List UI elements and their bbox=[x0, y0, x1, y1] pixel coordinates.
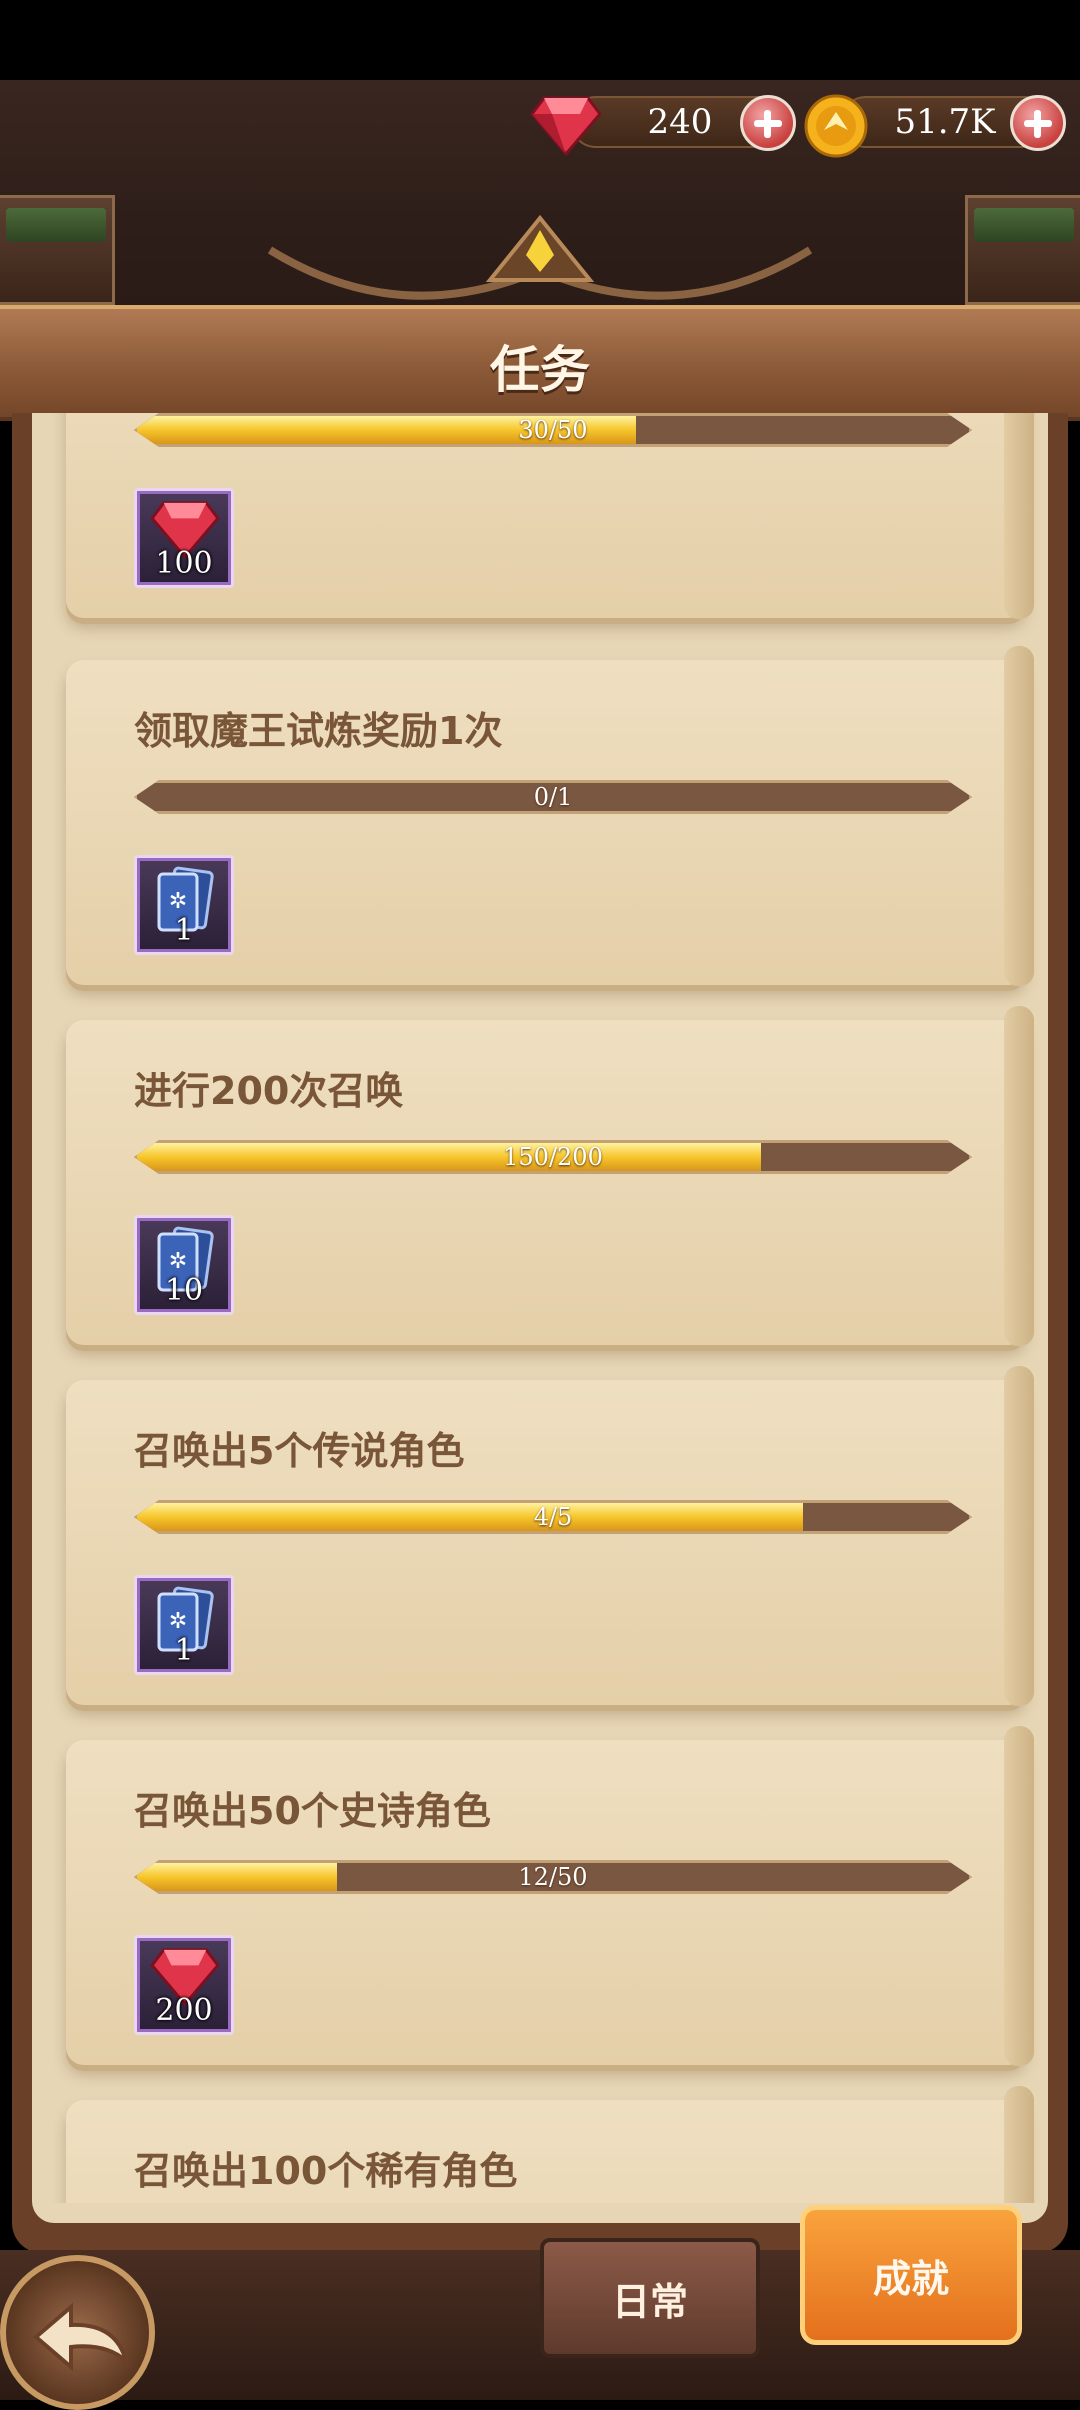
svg-text:✲: ✲ bbox=[169, 1249, 187, 1274]
quest-list[interactable]: 30/50 100 领取魔王试炼奖励1次 0/1 ✲ 1 进行200次召唤 15… bbox=[32, 413, 1048, 2203]
reward-count: 100 bbox=[155, 546, 213, 581]
quest-progress-text: 4/5 bbox=[533, 1503, 573, 1531]
quest-progress-text: 30/50 bbox=[518, 416, 588, 444]
back-button[interactable] bbox=[0, 2255, 155, 2410]
tab-daily[interactable]: 日常 bbox=[540, 2238, 760, 2358]
quest-card: 召唤出50个史诗角色 12/50 200 bbox=[66, 1726, 1034, 2066]
add-gems-button[interactable] bbox=[740, 95, 796, 151]
gold-coin-icon bbox=[804, 94, 868, 158]
right-pillar-ornament bbox=[965, 195, 1080, 305]
quest-progress-bar: 4/5 bbox=[134, 1500, 972, 1534]
status-bar bbox=[0, 0, 1080, 80]
quest-panel-inner: 30/50 100 领取魔王试炼奖励1次 0/1 ✲ 1 进行200次召唤 15… bbox=[32, 413, 1048, 2223]
quest-card-partial: 30/50 100 bbox=[66, 413, 1034, 619]
quest-title: 召唤出100个稀有角色 bbox=[134, 2149, 518, 2193]
quest-panel: 30/50 100 领取魔王试炼奖励1次 0/1 ✲ 1 进行200次召唤 15… bbox=[12, 413, 1068, 2253]
quest-reward[interactable]: 200 bbox=[134, 1935, 234, 2035]
quest-progress-bar: 30/50 bbox=[134, 413, 972, 447]
quest-progress-text: 150/200 bbox=[503, 1143, 603, 1171]
quest-reward[interactable]: ✲ 10 bbox=[134, 1215, 234, 1315]
gold-amount: 51.7K bbox=[894, 102, 996, 142]
quest-title: 召唤出5个传说角色 bbox=[134, 1429, 465, 1473]
quest-reward[interactable]: 100 bbox=[134, 488, 234, 588]
quest-progress-bar: 0/1 bbox=[134, 780, 972, 814]
quest-progress-bar: 12/50 bbox=[134, 1860, 972, 1894]
svg-text:✲: ✲ bbox=[169, 889, 187, 914]
quest-reward[interactable]: ✲ 1 bbox=[134, 1575, 234, 1675]
quest-card: 进行200次召唤 150/200 ✲ 10 bbox=[66, 1006, 1034, 1346]
reward-count: 1 bbox=[174, 913, 194, 948]
gem-amount: 240 bbox=[647, 102, 713, 142]
quest-title: 召唤出50个史诗角色 bbox=[134, 1789, 491, 1833]
quest-progress-text: 0/1 bbox=[533, 783, 573, 811]
svg-text:✲: ✲ bbox=[169, 1609, 187, 1634]
ruby-gem-icon bbox=[530, 96, 602, 156]
reward-count: 200 bbox=[155, 1993, 213, 2028]
quest-card: 领取魔王试炼奖励1次 0/1 ✲ 1 bbox=[66, 646, 1034, 986]
quest-title: 领取魔王试炼奖励1次 bbox=[134, 709, 503, 753]
quest-card: 召唤出100个稀有角色 bbox=[66, 2086, 1034, 2203]
left-pillar-ornament bbox=[0, 195, 115, 305]
quest-reward[interactable]: ✲ 1 bbox=[134, 855, 234, 955]
quest-progress-bar: 150/200 bbox=[134, 1140, 972, 1174]
add-gold-button[interactable] bbox=[1010, 95, 1066, 151]
reward-count: 10 bbox=[164, 1273, 204, 1308]
page-title: 任务 bbox=[490, 341, 590, 399]
tab-achievement[interactable]: 成就 bbox=[800, 2205, 1022, 2345]
back-arrow-icon bbox=[32, 2302, 130, 2372]
quest-title: 进行200次召唤 bbox=[134, 1069, 404, 1113]
quest-progress-text: 12/50 bbox=[518, 1863, 588, 1891]
reward-count: 1 bbox=[174, 1633, 194, 1668]
quest-card: 召唤出5个传说角色 4/5 ✲ 1 bbox=[66, 1366, 1034, 1706]
